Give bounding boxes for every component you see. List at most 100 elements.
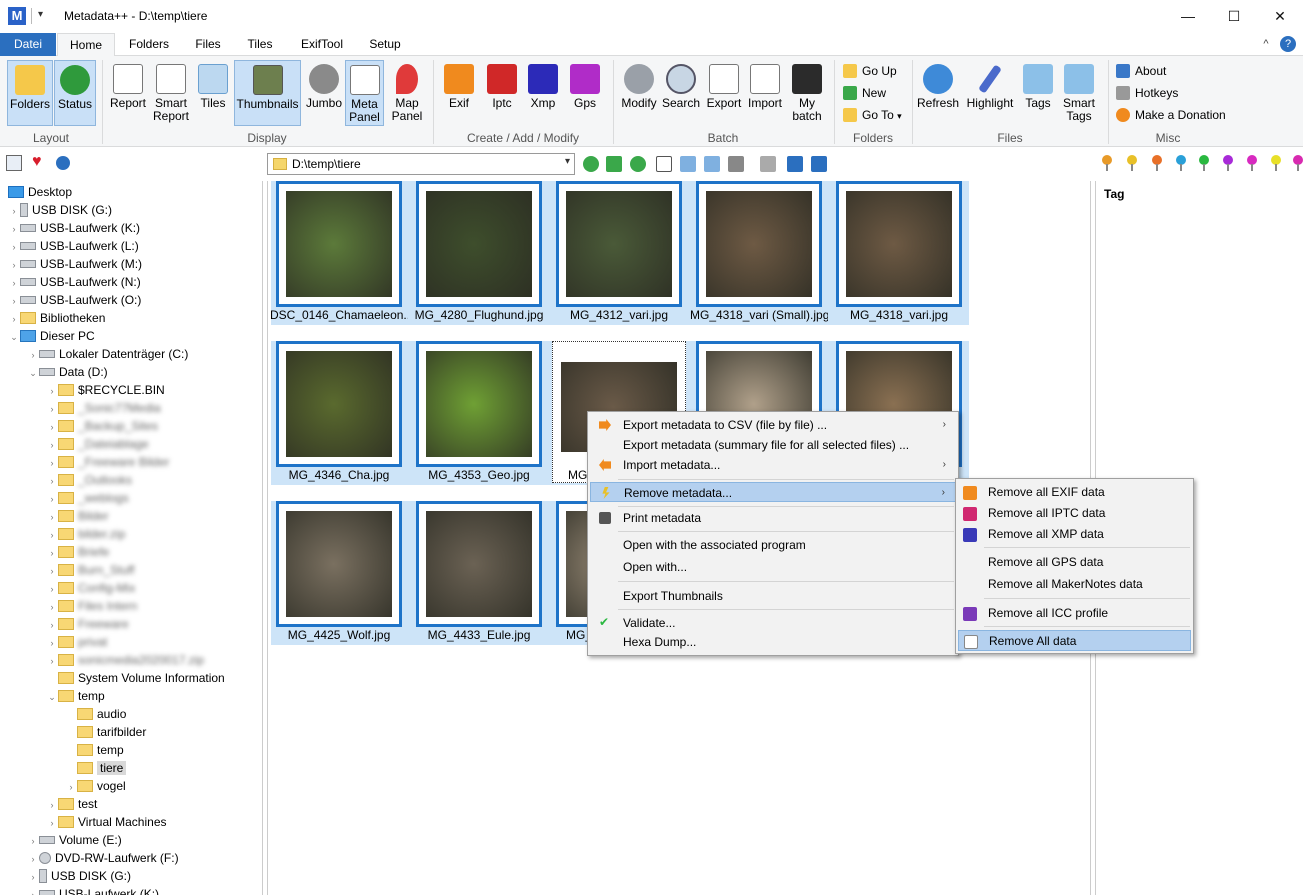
download-icon[interactable] — [787, 156, 803, 172]
chevron-down-icon[interactable]: ⌄ — [8, 328, 20, 346]
tree-node-audio[interactable]: audio — [65, 705, 126, 723]
chevron-right-icon[interactable]: › — [46, 544, 58, 562]
tree-node-tarifbilder[interactable]: tarifbilder — [65, 723, 146, 741]
thumbnail[interactable] — [276, 341, 402, 467]
tree-node-usb-l[interactable]: › USB-Laufwerk (L:) — [8, 237, 139, 255]
forward-icon[interactable] — [630, 156, 646, 172]
hotkeys-button[interactable]: Hotkeys — [1116, 83, 1178, 103]
xmp-button[interactable]: Xmp — [526, 60, 560, 110]
thumbnail[interactable] — [276, 501, 402, 627]
chevron-right-icon[interactable]: › — [27, 886, 39, 895]
menu-item-remove-metadata[interactable]: Remove metadata... › — [590, 482, 956, 502]
thumbnail[interactable] — [416, 501, 542, 627]
favorites-heart-icon[interactable]: ♥ — [32, 154, 48, 170]
app-icon[interactable]: M — [8, 7, 26, 25]
thumbnail[interactable] — [416, 341, 542, 467]
menu-item-remove-all[interactable]: Remove All data — [958, 630, 1191, 651]
chevron-right-icon[interactable]: › — [27, 868, 39, 886]
chevron-right-icon[interactable]: › — [27, 346, 39, 364]
menu-item-hexa-dump[interactable]: Hexa Dump... — [590, 632, 956, 652]
chevron-right-icon[interactable]: › — [46, 490, 58, 508]
tree-node-vogel[interactable]: › vogel — [65, 777, 126, 795]
tags-button[interactable]: Tags — [1020, 60, 1056, 110]
pin-icon[interactable] — [1223, 155, 1233, 171]
report-button[interactable]: Report — [108, 60, 148, 110]
chevron-right-icon[interactable]: › — [27, 832, 39, 850]
pin-icon[interactable] — [1127, 155, 1137, 171]
back-icon[interactable] — [583, 156, 599, 172]
tree-node-blurred[interactable]: › _Freeware Bilder — [46, 453, 170, 472]
tree-node-temp-sub[interactable]: temp — [65, 741, 124, 759]
thumbnail[interactable] — [276, 181, 402, 307]
exif-button[interactable]: Exif — [442, 60, 476, 110]
folders-layout-button[interactable]: Folders — [7, 60, 53, 126]
tree-node-usb-o[interactable]: › USB-Laufwerk (O:) — [8, 291, 142, 309]
chevron-right-icon[interactable]: › — [8, 274, 20, 292]
chevron-right-icon[interactable]: › — [46, 814, 58, 832]
menu-item-remove-makernotes[interactable]: Remove all MakerNotes data — [958, 574, 1191, 595]
network-icon[interactable] — [704, 156, 720, 172]
chevron-right-icon[interactable]: › — [46, 400, 58, 418]
chevron-right-icon[interactable]: › — [46, 526, 58, 544]
chevron-right-icon[interactable]: › — [46, 436, 58, 454]
menu-item-open-associated[interactable]: Open with the associated program — [590, 535, 956, 555]
chevron-down-icon[interactable]: ⌄ — [46, 688, 58, 706]
help-icon[interactable]: ? — [1280, 36, 1296, 52]
tree-node-dvd-f[interactable]: › DVD-RW-Laufwerk (F:) — [27, 849, 179, 867]
pin-icon[interactable] — [1247, 155, 1257, 171]
path-combobox[interactable]: D:\temp\tiere ▾ — [267, 153, 575, 175]
menu-item-export-summary[interactable]: Export metadata (summary file for all se… — [590, 435, 956, 455]
chevron-right-icon[interactable]: › — [8, 202, 20, 220]
pin-icon[interactable] — [1152, 155, 1162, 171]
gps-button[interactable]: Gps — [568, 60, 602, 110]
chevron-right-icon[interactable]: › — [46, 472, 58, 490]
chevron-right-icon[interactable]: › — [8, 238, 20, 256]
go-up-button[interactable]: Go Up — [843, 61, 897, 81]
menu-item-remove-iptc[interactable]: Remove all IPTC data — [958, 503, 1191, 524]
help-circle-icon[interactable] — [56, 156, 70, 170]
chevron-right-icon[interactable]: › — [46, 652, 58, 670]
copy-icon[interactable] — [760, 156, 776, 172]
modify-button[interactable]: Modify — [618, 60, 660, 110]
chevron-right-icon[interactable]: › — [46, 796, 58, 814]
minimize-button[interactable]: — — [1165, 0, 1211, 32]
iptc-button[interactable]: Iptc — [485, 60, 519, 110]
menu-item-remove-exif[interactable]: Remove all EXIF data — [958, 482, 1191, 503]
search-button[interactable]: Search — [661, 60, 701, 110]
tree-node-blurred[interactable]: › _weblogs — [46, 489, 129, 507]
chevron-right-icon[interactable]: › — [46, 508, 58, 526]
chevron-right-icon[interactable]: › — [46, 454, 58, 472]
chevron-down-icon[interactable]: ⌄ — [27, 364, 39, 382]
tab-folders[interactable]: Folders — [118, 33, 180, 56]
checkbox-icon[interactable] — [656, 156, 672, 172]
tree-node-svi[interactable]: System Volume Information — [46, 669, 225, 687]
chevron-right-icon[interactable]: › — [46, 616, 58, 634]
menu-item-open-with[interactable]: Open with... — [590, 557, 956, 577]
smart-tags-button[interactable]: Smart Tags — [1058, 60, 1100, 123]
pin-icon[interactable] — [1199, 155, 1209, 171]
tree-node-usb-g[interactable]: › USB DISK (G:) — [8, 201, 112, 219]
tree-node-usb-k-2[interactable]: › USB-Laufwerk (K:) — [27, 885, 159, 895]
tree-node-usb-k[interactable]: › USB-Laufwerk (K:) — [8, 219, 141, 237]
tree-node-blurred[interactable]: › privat — [46, 633, 108, 651]
tab-datei[interactable]: Datei — [0, 33, 56, 56]
tree-view-icon[interactable] — [6, 155, 22, 171]
jumbo-button[interactable]: Jumbo — [304, 60, 344, 110]
tree-node-blurred[interactable]: › Briefe — [46, 543, 110, 562]
status-layout-button[interactable]: Status — [54, 60, 96, 126]
menu-item-remove-icc[interactable]: Remove all ICC profile — [958, 603, 1191, 624]
tree-node-usb-n[interactable]: › USB-Laufwerk (N:) — [8, 273, 141, 291]
smart-report-button[interactable]: Smart Report — [151, 60, 191, 123]
tiles-button[interactable]: Tiles — [195, 60, 231, 110]
thumbnails-button[interactable]: Thumbnails — [234, 60, 301, 126]
maximize-button[interactable]: ☐ — [1211, 0, 1257, 32]
chevron-right-icon[interactable]: › — [46, 562, 58, 580]
chevron-right-icon[interactable]: › — [27, 850, 39, 868]
tree-node-blurred[interactable]: › Bilder — [46, 507, 109, 525]
menu-item-export-thumbnails[interactable]: Export Thumbnails — [590, 586, 956, 606]
pin-icon[interactable] — [1271, 155, 1281, 171]
tab-setup[interactable]: Setup — [362, 33, 408, 56]
tree-node-test[interactable]: › test — [46, 795, 98, 814]
collapse-ribbon-icon[interactable]: ^ — [1258, 33, 1274, 56]
map-panel-button[interactable]: Map Panel — [388, 60, 426, 123]
